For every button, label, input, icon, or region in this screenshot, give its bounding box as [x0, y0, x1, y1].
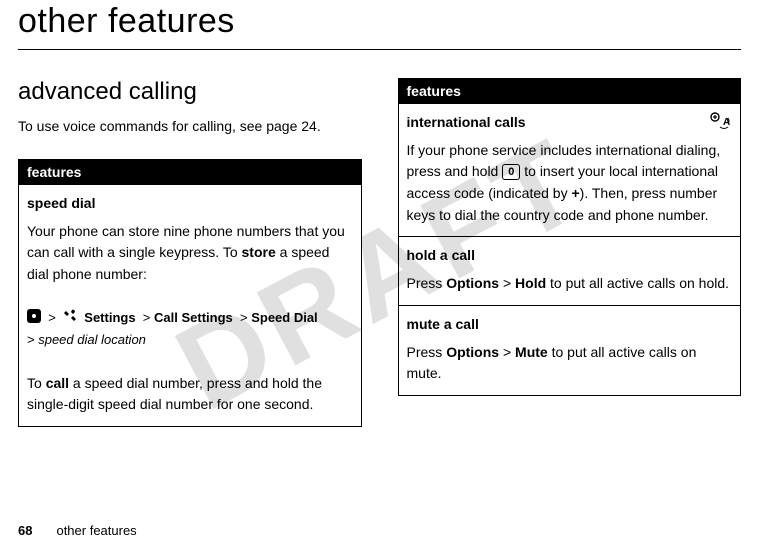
menu-path: > Settings > Call Settings > Speed Dial …	[27, 310, 318, 347]
mute-body-a: Press	[407, 344, 447, 360]
table-header: features	[398, 79, 741, 104]
speed-dial-title: speed dial	[27, 193, 353, 215]
page-number: 68	[18, 523, 32, 538]
international-calls-cell: A international calls If your phone serv…	[398, 104, 741, 237]
page-content: other features advanced calling To use v…	[0, 0, 759, 427]
path-call-settings: Call Settings	[154, 310, 233, 325]
speed-dial-store-bold: store	[242, 244, 276, 260]
intro-text: To use voice commands for calling, see p…	[18, 116, 362, 137]
path-speed-dial: Speed Dial	[251, 310, 317, 325]
section-title: advanced calling	[18, 78, 362, 106]
mute-options: Options	[446, 344, 499, 360]
speed-dial-body2b: a speed dial number, press and hold the …	[27, 375, 322, 413]
hold-body-b: to put all active calls on hold.	[546, 275, 729, 291]
hold-title: hold a call	[407, 245, 733, 267]
hold-body-a: Press	[407, 275, 447, 291]
hold-gt: >	[499, 275, 515, 291]
page-title: other features	[18, 0, 741, 50]
left-column: advanced calling To use voice commands f…	[18, 78, 362, 427]
right-features-table: features A	[398, 78, 742, 396]
path-location: speed dial location	[38, 332, 146, 347]
columns: advanced calling To use voice commands f…	[18, 78, 741, 427]
mute-title: mute a call	[407, 314, 733, 336]
mute-gt: >	[499, 344, 515, 360]
hold-hold: Hold	[515, 275, 546, 291]
page-footer: 68 other features	[18, 523, 137, 538]
intl-plus: +	[571, 185, 579, 201]
path-settings: Settings	[84, 310, 135, 325]
intl-title: international calls	[407, 112, 733, 134]
network-icon: A	[710, 112, 732, 134]
mute-call-cell: mute a call Press Options > Mute to put …	[398, 305, 741, 395]
menu-key-icon	[27, 309, 41, 329]
mute-mute: Mute	[515, 344, 548, 360]
footer-label: other features	[56, 523, 136, 538]
speed-dial-call-bold: call	[46, 375, 69, 391]
hold-options: Options	[446, 275, 499, 291]
table-header: features	[19, 160, 362, 185]
tools-icon	[63, 309, 77, 329]
speed-dial-cell: speed dial Your phone can store nine pho…	[19, 185, 362, 427]
zero-key-icon: 0	[502, 164, 520, 180]
right-column: features A	[398, 78, 742, 427]
left-features-table: features speed dial Your phone can store…	[18, 159, 362, 427]
speed-dial-body2a: To	[27, 375, 46, 391]
hold-call-cell: hold a call Press Options > Hold to put …	[398, 237, 741, 305]
